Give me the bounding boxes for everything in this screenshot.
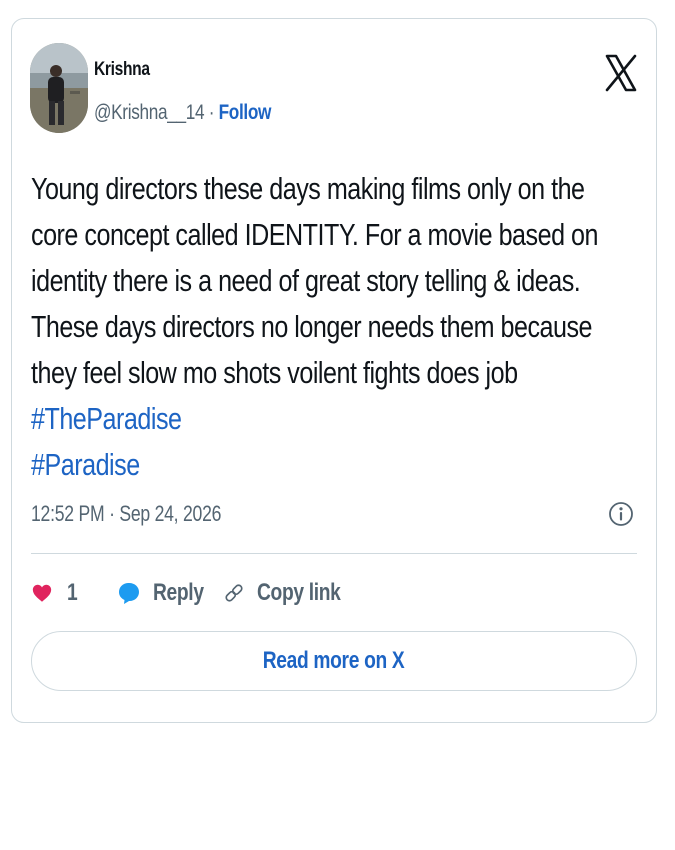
- link-icon: [225, 584, 243, 602]
- reply-label: Reply: [153, 579, 204, 606]
- hashtag-paradise[interactable]: #Paradise: [31, 442, 630, 488]
- divider: [31, 553, 637, 554]
- tweet-actions: 1 Reply Copy link: [31, 576, 361, 610]
- avatar-photo: [30, 43, 88, 133]
- info-icon[interactable]: [608, 501, 634, 527]
- handle-separator: ·: [208, 101, 215, 124]
- tweet-embed-card: Krishna @Krishna__14 · Follow Young dire…: [11, 18, 657, 723]
- author-name[interactable]: Krishna: [94, 59, 150, 81]
- follow-button[interactable]: Follow: [219, 101, 272, 124]
- tweet-timestamp[interactable]: 12:52 PM · Sep 24, 2026: [31, 501, 221, 527]
- tweet-text: Young directors these days making films …: [31, 171, 598, 390]
- read-more-label: Read more on X: [263, 647, 405, 674]
- read-more-button[interactable]: Read more on X: [31, 631, 637, 691]
- reply-bubble-icon: [119, 583, 139, 604]
- x-logo-icon[interactable]: [604, 53, 638, 93]
- copy-link-button[interactable]: Copy link: [223, 579, 361, 607]
- avatar[interactable]: [30, 43, 88, 133]
- heart-icon: [32, 584, 52, 602]
- tweet-body: Young directors these days making films …: [31, 166, 630, 488]
- author-handle-row: @Krishna__14 · Follow: [94, 101, 271, 125]
- like-count: 1: [67, 579, 78, 606]
- reply-button[interactable]: Reply: [117, 579, 223, 607]
- author-handle[interactable]: @Krishna__14: [94, 101, 205, 124]
- hashtag-the-paradise[interactable]: #TheParadise: [31, 396, 630, 442]
- copy-link-label: Copy link: [257, 579, 341, 606]
- like-button[interactable]: 1: [31, 579, 117, 607]
